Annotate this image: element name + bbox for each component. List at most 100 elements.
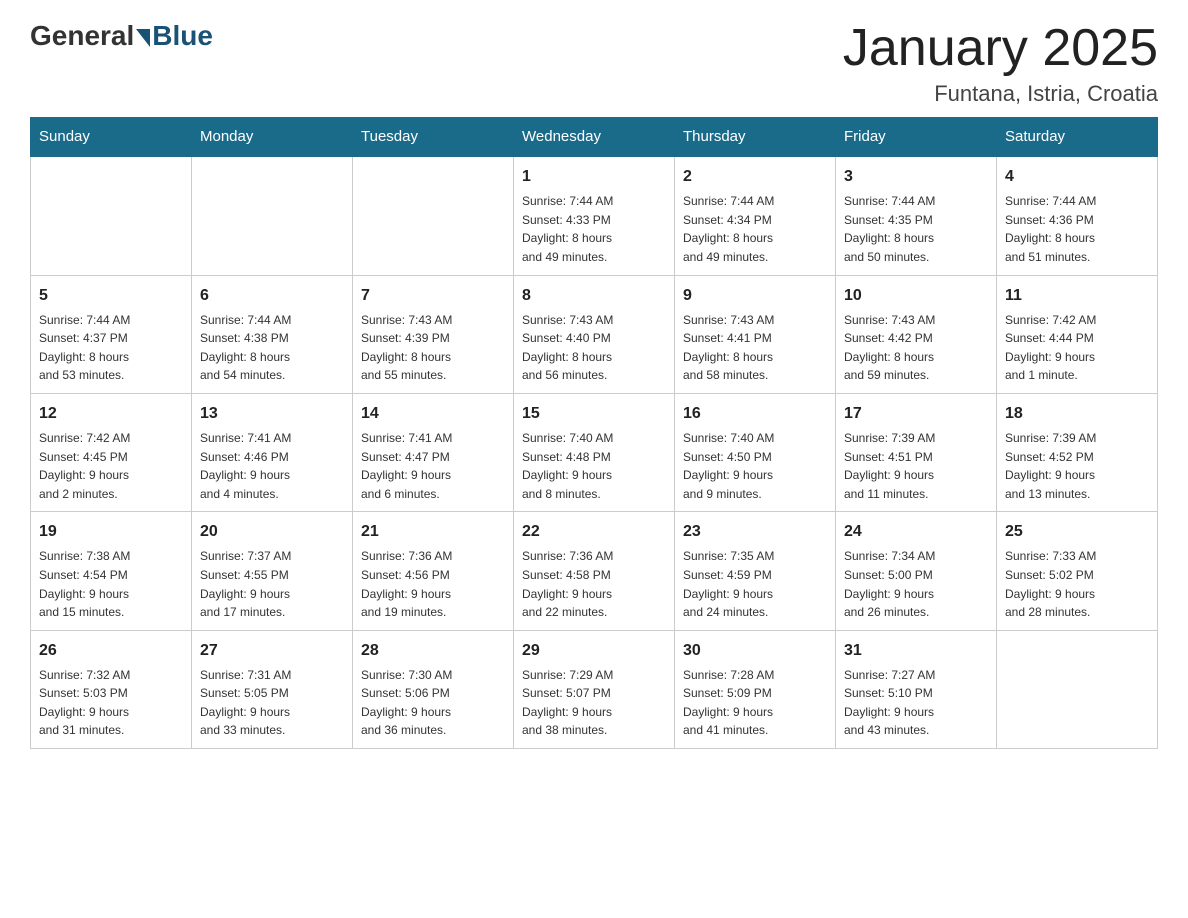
calendar-cell: 27Sunrise: 7:31 AM Sunset: 5:05 PM Dayli…: [192, 630, 353, 748]
day-info: Sunrise: 7:44 AM Sunset: 4:36 PM Dayligh…: [1005, 192, 1149, 266]
calendar-table: SundayMondayTuesdayWednesdayThursdayFrid…: [30, 117, 1158, 749]
day-number: 12: [39, 402, 183, 426]
day-number: 17: [844, 402, 988, 426]
day-number: 15: [522, 402, 666, 426]
calendar-cell: 5 Sunrise: 7:44 AM Sunset: 4:37 PM Daylig…: [31, 275, 192, 393]
day-number: 13: [200, 402, 344, 426]
calendar-title: January 2025: [843, 20, 1158, 77]
calendar-week-row: 1 Sunrise: 7:44 AM Sunset: 4:33 PM Daylig…: [31, 156, 1158, 275]
day-info: Sunrise: 7:43 AM Sunset: 4:39 PM Dayligh…: [361, 311, 505, 385]
day-number: 21: [361, 520, 505, 544]
weekday-header-monday: Monday: [192, 118, 353, 157]
day-number: 7: [361, 284, 505, 308]
calendar-cell: 24Sunrise: 7:34 AM Sunset: 5:00 PM Dayli…: [836, 512, 997, 630]
weekday-header-saturday: Saturday: [997, 118, 1158, 157]
calendar-cell: 18Sunrise: 7:39 AM Sunset: 4:52 PM Dayli…: [997, 393, 1158, 511]
calendar-cell: 6 Sunrise: 7:44 AM Sunset: 4:38 PM Daylig…: [192, 275, 353, 393]
calendar-cell: 20Sunrise: 7:37 AM Sunset: 4:55 PM Dayli…: [192, 512, 353, 630]
calendar-week-row: 5 Sunrise: 7:44 AM Sunset: 4:37 PM Daylig…: [31, 275, 1158, 393]
day-info: Sunrise: 7:42 AM Sunset: 4:44 PM Dayligh…: [1005, 311, 1149, 385]
day-info: Sunrise: 7:39 AM Sunset: 4:51 PM Dayligh…: [844, 429, 988, 503]
day-number: 18: [1005, 402, 1149, 426]
calendar-cell: [997, 630, 1158, 748]
weekday-header-sunday: Sunday: [31, 118, 192, 157]
day-number: 31: [844, 639, 988, 663]
day-number: 16: [683, 402, 827, 426]
day-number: 20: [200, 520, 344, 544]
calendar-subtitle: Funtana, Istria, Croatia: [843, 81, 1158, 107]
calendar-cell: 25Sunrise: 7:33 AM Sunset: 5:02 PM Dayli…: [997, 512, 1158, 630]
weekday-header-wednesday: Wednesday: [514, 118, 675, 157]
calendar-cell: 26Sunrise: 7:32 AM Sunset: 5:03 PM Dayli…: [31, 630, 192, 748]
day-number: 2: [683, 165, 827, 189]
day-info: Sunrise: 7:43 AM Sunset: 4:42 PM Dayligh…: [844, 311, 988, 385]
weekday-header-row: SundayMondayTuesdayWednesdayThursdayFrid…: [31, 118, 1158, 157]
day-number: 28: [361, 639, 505, 663]
day-number: 5: [39, 284, 183, 308]
day-number: 14: [361, 402, 505, 426]
day-info: Sunrise: 7:36 AM Sunset: 4:58 PM Dayligh…: [522, 547, 666, 621]
calendar-cell: 29 Sunrise: 7:29 AM Sunset: 5:07 PM Dayli…: [514, 630, 675, 748]
logo-general-text: General: [30, 20, 134, 52]
logo: General Blue: [30, 20, 213, 52]
calendar-cell: 22Sunrise: 7:36 AM Sunset: 4:58 PM Dayli…: [514, 512, 675, 630]
calendar-cell: [31, 156, 192, 275]
calendar-cell: 10 Sunrise: 7:43 AM Sunset: 4:42 PM Dayli…: [836, 275, 997, 393]
day-number: 27: [200, 639, 344, 663]
weekday-header-thursday: Thursday: [675, 118, 836, 157]
calendar-cell: 19Sunrise: 7:38 AM Sunset: 4:54 PM Dayli…: [31, 512, 192, 630]
day-info: Sunrise: 7:44 AM Sunset: 4:37 PM Dayligh…: [39, 311, 183, 385]
calendar-cell: 15 Sunrise: 7:40 AM Sunset: 4:48 PM Dayli…: [514, 393, 675, 511]
calendar-week-row: 12 Sunrise: 7:42 AM Sunset: 4:45 PM Dayli…: [31, 393, 1158, 511]
calendar-cell: [192, 156, 353, 275]
day-info: Sunrise: 7:44 AM Sunset: 4:35 PM Dayligh…: [844, 192, 988, 266]
calendar-cell: 30Sunrise: 7:28 AM Sunset: 5:09 PM Dayli…: [675, 630, 836, 748]
calendar-cell: 13 Sunrise: 7:41 AM Sunset: 4:46 PM Dayli…: [192, 393, 353, 511]
day-number: 4: [1005, 165, 1149, 189]
day-number: 25: [1005, 520, 1149, 544]
day-info: Sunrise: 7:42 AM Sunset: 4:45 PM Dayligh…: [39, 429, 183, 503]
day-number: 10: [844, 284, 988, 308]
calendar-cell: 4 Sunrise: 7:44 AM Sunset: 4:36 PM Daylig…: [997, 156, 1158, 275]
day-number: 29: [522, 639, 666, 663]
day-number: 1: [522, 165, 666, 189]
day-info: Sunrise: 7:44 AM Sunset: 4:33 PM Dayligh…: [522, 192, 666, 266]
day-info: Sunrise: 7:27 AM Sunset: 5:10 PM Dayligh…: [844, 666, 988, 740]
logo-blue-text: Blue: [152, 20, 213, 52]
day-number: 6: [200, 284, 344, 308]
calendar-cell: 8 Sunrise: 7:43 AM Sunset: 4:40 PM Daylig…: [514, 275, 675, 393]
calendar-cell: 1 Sunrise: 7:44 AM Sunset: 4:33 PM Daylig…: [514, 156, 675, 275]
calendar-week-row: 19Sunrise: 7:38 AM Sunset: 4:54 PM Dayli…: [31, 512, 1158, 630]
calendar-cell: 3 Sunrise: 7:44 AM Sunset: 4:35 PM Daylig…: [836, 156, 997, 275]
calendar-cell: 21Sunrise: 7:36 AM Sunset: 4:56 PM Dayli…: [353, 512, 514, 630]
calendar-cell: 14Sunrise: 7:41 AM Sunset: 4:47 PM Dayli…: [353, 393, 514, 511]
calendar-cell: [353, 156, 514, 275]
day-info: Sunrise: 7:40 AM Sunset: 4:48 PM Dayligh…: [522, 429, 666, 503]
day-info: Sunrise: 7:41 AM Sunset: 4:46 PM Dayligh…: [200, 429, 344, 503]
day-info: Sunrise: 7:34 AM Sunset: 5:00 PM Dayligh…: [844, 547, 988, 621]
calendar-cell: 23Sunrise: 7:35 AM Sunset: 4:59 PM Dayli…: [675, 512, 836, 630]
calendar-cell: 9 Sunrise: 7:43 AM Sunset: 4:41 PM Daylig…: [675, 275, 836, 393]
day-info: Sunrise: 7:30 AM Sunset: 5:06 PM Dayligh…: [361, 666, 505, 740]
calendar-cell: 2 Sunrise: 7:44 AM Sunset: 4:34 PM Daylig…: [675, 156, 836, 275]
calendar-cell: 16Sunrise: 7:40 AM Sunset: 4:50 PM Dayli…: [675, 393, 836, 511]
day-info: Sunrise: 7:44 AM Sunset: 4:38 PM Dayligh…: [200, 311, 344, 385]
day-info: Sunrise: 7:32 AM Sunset: 5:03 PM Dayligh…: [39, 666, 183, 740]
calendar-cell: 12 Sunrise: 7:42 AM Sunset: 4:45 PM Dayli…: [31, 393, 192, 511]
day-info: Sunrise: 7:35 AM Sunset: 4:59 PM Dayligh…: [683, 547, 827, 621]
day-info: Sunrise: 7:44 AM Sunset: 4:34 PM Dayligh…: [683, 192, 827, 266]
weekday-header-tuesday: Tuesday: [353, 118, 514, 157]
weekday-header-friday: Friday: [836, 118, 997, 157]
day-number: 3: [844, 165, 988, 189]
calendar-cell: 28 Sunrise: 7:30 AM Sunset: 5:06 PM Dayli…: [353, 630, 514, 748]
logo-arrow-icon: [136, 29, 150, 47]
day-info: Sunrise: 7:43 AM Sunset: 4:40 PM Dayligh…: [522, 311, 666, 385]
page-header: General Blue January 2025 Funtana, Istri…: [30, 20, 1158, 107]
day-info: Sunrise: 7:29 AM Sunset: 5:07 PM Dayligh…: [522, 666, 666, 740]
day-info: Sunrise: 7:43 AM Sunset: 4:41 PM Dayligh…: [683, 311, 827, 385]
day-number: 19: [39, 520, 183, 544]
day-info: Sunrise: 7:28 AM Sunset: 5:09 PM Dayligh…: [683, 666, 827, 740]
day-number: 8: [522, 284, 666, 308]
calendar-cell: 17 Sunrise: 7:39 AM Sunset: 4:51 PM Dayli…: [836, 393, 997, 511]
day-number: 9: [683, 284, 827, 308]
